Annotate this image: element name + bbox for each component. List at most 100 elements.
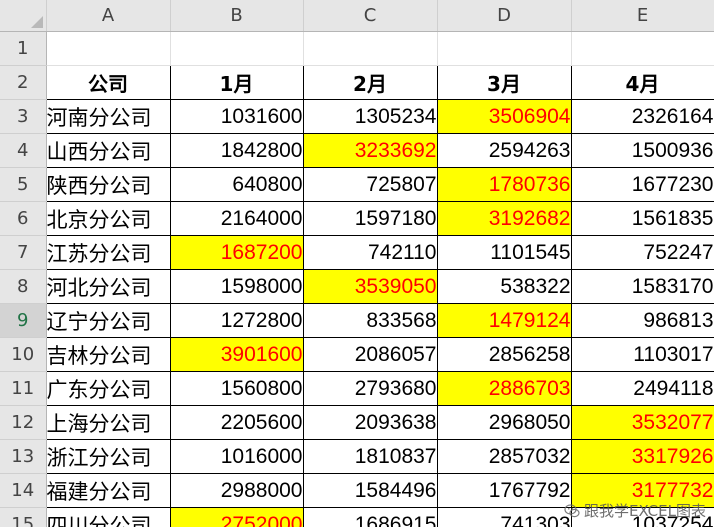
table-row: 4 山西分公司 1842800 3233692 2594263 1500936 [0,133,714,168]
cell[interactable] [437,31,572,66]
row-header[interactable]: 6 [0,201,47,236]
value-cell[interactable]: 2093638 [302,405,438,440]
value-cell[interactable]: 1810837 [302,439,438,474]
company-name-cell[interactable]: 江苏分公司 [45,235,171,270]
value-cell[interactable]: 1272800 [169,303,304,338]
column-header-e[interactable]: E [571,0,714,32]
value-cell[interactable]: 2205600 [169,405,304,440]
row-header[interactable]: 5 [0,167,47,202]
watermark: 跟我学EXCEL图表 [564,500,706,521]
company-name-cell[interactable]: 辽宁分公司 [45,303,171,338]
row-header[interactable]: 2 [0,65,47,100]
value-cell[interactable]: 752247 [570,235,714,270]
company-name-cell[interactable]: 河南分公司 [45,99,171,134]
value-cell[interactable]: 3192682 [436,201,572,236]
row-header[interactable]: 13 [0,439,47,474]
value-cell[interactable]: 1767792 [436,473,572,508]
column-header-b[interactable]: B [170,0,304,32]
table-row: 3 河南分公司 1031600 1305234 3506904 2326164 [0,99,714,134]
value-cell[interactable]: 1842800 [169,133,304,168]
value-cell[interactable]: 1500936 [570,133,714,168]
value-cell[interactable]: 741303 [436,507,572,527]
value-cell[interactable]: 1560800 [169,371,304,406]
value-cell[interactable]: 1561835 [570,201,714,236]
value-cell[interactable]: 1598000 [169,269,304,304]
value-cell[interactable]: 1016000 [169,439,304,474]
value-cell[interactable]: 1584496 [302,473,438,508]
value-cell[interactable]: 742110 [302,235,438,270]
select-all-corner[interactable] [0,0,47,32]
value-cell[interactable]: 1687200 [169,235,304,270]
value-cell[interactable]: 3532077 [570,405,714,440]
cell[interactable] [46,31,171,66]
row-header[interactable]: 7 [0,235,47,270]
value-cell[interactable]: 1479124 [436,303,572,338]
value-cell[interactable]: 2857032 [436,439,572,474]
value-cell[interactable]: 3539050 [302,269,438,304]
row-header[interactable]: 15 [0,507,47,527]
column-header-a[interactable]: A [46,0,171,32]
table-row: 6 北京分公司 2164000 1597180 3192682 1561835 [0,201,714,236]
value-cell[interactable]: 2968050 [436,405,572,440]
value-cell[interactable]: 538322 [436,269,572,304]
value-cell[interactable]: 1597180 [302,201,438,236]
value-cell[interactable]: 640800 [169,167,304,202]
value-cell[interactable]: 1305234 [302,99,438,134]
row-header[interactable]: 1 [0,31,47,66]
row-header[interactable]: 3 [0,99,47,134]
company-name-cell[interactable]: 上海分公司 [45,405,171,440]
value-cell[interactable]: 1103017 [570,337,714,372]
value-cell[interactable]: 2988000 [169,473,304,508]
company-name-cell[interactable]: 福建分公司 [45,473,171,508]
value-cell[interactable]: 1031600 [169,99,304,134]
cell[interactable] [571,31,714,66]
value-cell[interactable]: 986813 [570,303,714,338]
table-header-cell[interactable]: 3月 [436,65,572,100]
row-header[interactable]: 9 [0,303,47,338]
row-header[interactable]: 10 [0,337,47,372]
company-name-cell[interactable]: 陕西分公司 [45,167,171,202]
table-header-cell[interactable]: 1月 [169,65,304,100]
company-name-cell[interactable]: 吉林分公司 [45,337,171,372]
company-name-cell[interactable]: 山西分公司 [45,133,171,168]
table-header-cell[interactable]: 4月 [570,65,714,100]
company-name-cell[interactable]: 广东分公司 [45,371,171,406]
value-cell[interactable]: 1677230 [570,167,714,202]
row-header[interactable]: 4 [0,133,47,168]
spreadsheet: A B C D E 1 2 公司 1月 2月 3月 4月 3 河南分公司 1031600 13052… [0,0,714,527]
row-header[interactable]: 12 [0,405,47,440]
value-cell[interactable]: 2886703 [436,371,572,406]
sheet-grid: A B C D E 1 2 公司 1月 2月 3月 4月 3 河南分公司 1031600 13052… [0,0,714,527]
value-cell[interactable]: 1101545 [436,235,572,270]
value-cell[interactable]: 725807 [302,167,438,202]
value-cell[interactable]: 2752000 [169,507,304,527]
value-cell[interactable]: 3317926 [570,439,714,474]
value-cell[interactable]: 1686915 [302,507,438,527]
value-cell[interactable]: 2793680 [302,371,438,406]
column-header-d[interactable]: D [437,0,572,32]
value-cell[interactable]: 3506904 [436,99,572,134]
company-name-cell[interactable]: 北京分公司 [45,201,171,236]
cell[interactable] [303,31,438,66]
company-name-cell[interactable]: 河北分公司 [45,269,171,304]
company-name-cell[interactable]: 四川分公司 [45,507,171,527]
value-cell[interactable]: 2086057 [302,337,438,372]
value-cell[interactable]: 2494118 [570,371,714,406]
row-header[interactable]: 14 [0,473,47,508]
table-header-cell[interactable]: 公司 [45,65,171,100]
row-header[interactable]: 11 [0,371,47,406]
value-cell[interactable]: 3901600 [169,337,304,372]
value-cell[interactable]: 3233692 [302,133,438,168]
table-header-cell[interactable]: 2月 [302,65,438,100]
value-cell[interactable]: 2326164 [570,99,714,134]
value-cell[interactable]: 2594263 [436,133,572,168]
value-cell[interactable]: 1583170 [570,269,714,304]
value-cell[interactable]: 833568 [302,303,438,338]
value-cell[interactable]: 1780736 [436,167,572,202]
column-header-c[interactable]: C [303,0,438,32]
company-name-cell[interactable]: 浙江分公司 [45,439,171,474]
row-header[interactable]: 8 [0,269,47,304]
value-cell[interactable]: 2164000 [169,201,304,236]
value-cell[interactable]: 2856258 [436,337,572,372]
cell[interactable] [170,31,304,66]
